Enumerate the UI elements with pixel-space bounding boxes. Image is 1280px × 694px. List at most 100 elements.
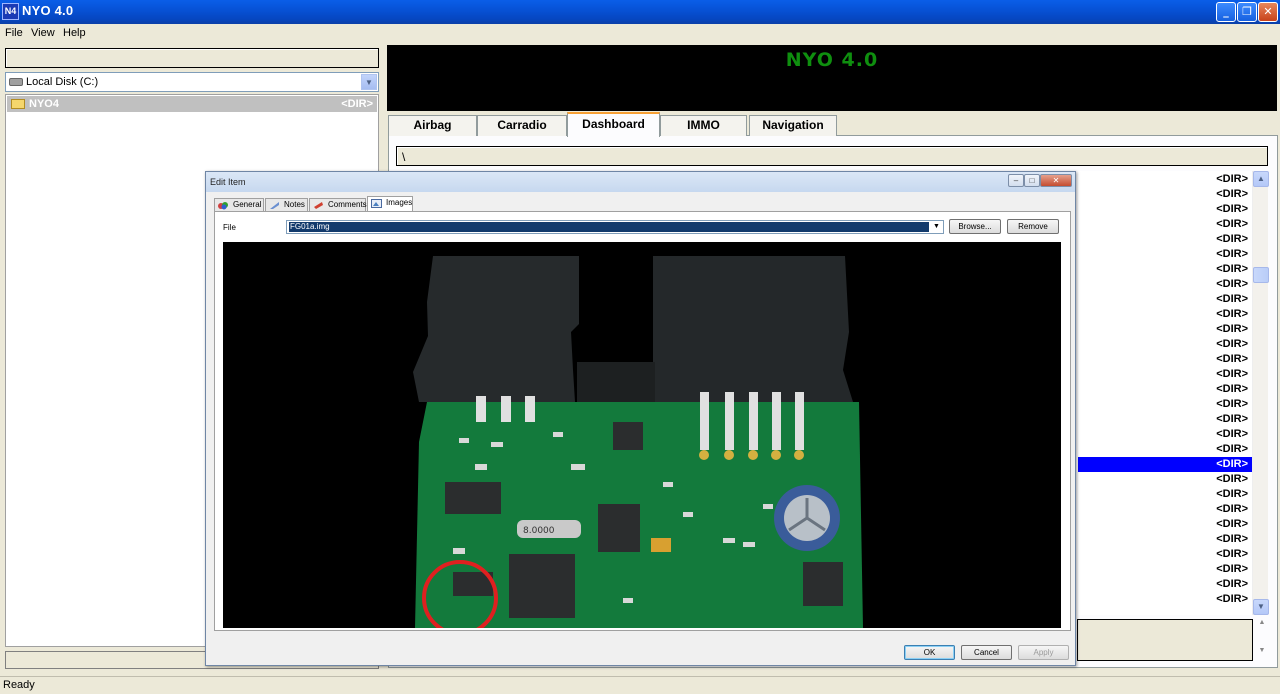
list-item[interactable]: <DIR> <box>1078 352 1252 367</box>
list-item[interactable]: <DIR> <box>1078 247 1252 262</box>
tab-general-label: General <box>233 200 262 209</box>
notes-icon <box>270 202 279 209</box>
tab-comments-label: Comments <box>328 200 367 209</box>
list-item[interactable]: <DIR> <box>1078 577 1252 592</box>
path-box: \ <box>396 146 1268 166</box>
comments-icon <box>314 202 323 209</box>
list-item[interactable]: <DIR> <box>1078 202 1252 217</box>
list-item[interactable]: <DIR> <box>1078 382 1252 397</box>
pcb-image: 8.0000 <box>223 242 1061 628</box>
scroll-up-icon[interactable]: ▲ <box>1256 619 1268 633</box>
list-item[interactable]: <DIR> <box>1078 397 1252 412</box>
cancel-button[interactable]: Cancel <box>961 645 1012 660</box>
drive-label: Local Disk (C:) <box>26 76 99 88</box>
tab-strip: Airbag Carradio Dashboard IMMO Navigatio… <box>388 112 1278 137</box>
banner-title: NYO 4.0 <box>785 49 879 71</box>
dialog-minimize-button[interactable]: – <box>1008 174 1024 187</box>
drive-select[interactable]: Local Disk (C:) ▼ <box>5 72 379 92</box>
minimize-button[interactable]: _ <box>1216 2 1236 22</box>
dialog-maximize-button[interactable]: □ <box>1024 174 1040 187</box>
list-item[interactable]: <DIR> <box>1078 367 1252 382</box>
tab-notes[interactable]: Notes <box>265 198 308 212</box>
drive-icon <box>9 78 23 86</box>
ok-button[interactable]: OK <box>904 645 955 660</box>
close-button[interactable]: ✕ <box>1258 2 1278 22</box>
info-box <box>1077 619 1253 661</box>
window-title: NYO 4.0 <box>22 3 74 18</box>
list-item[interactable]: <DIR> <box>1078 517 1252 532</box>
app-window: { "window": { "title": "NYO 4.0", "icon_… <box>0 0 1280 694</box>
list-item[interactable]: <DIR> <box>1078 337 1252 352</box>
tab-immo[interactable]: IMMO <box>660 115 747 136</box>
list-item[interactable]: <DIR> <box>1078 232 1252 247</box>
connector-right <box>653 256 853 402</box>
title-bar: N4 NYO 4.0 _ ❐ ✕ <box>0 0 1280 24</box>
dialog-title: Edit Item <box>210 177 246 187</box>
list-item[interactable]: <DIR> <box>1078 532 1252 547</box>
list-item[interactable]: <DIR> <box>1078 457 1252 472</box>
list-item[interactable]: <DIR> <box>1078 502 1252 517</box>
dialog-close-button[interactable]: ✕ <box>1040 174 1072 187</box>
tab-images[interactable]: Images <box>367 196 413 212</box>
scroll-thumb[interactable] <box>1253 267 1269 283</box>
crystal-label: 8.0000 <box>523 526 555 536</box>
dialog-title-bar: Edit Item – □ ✕ <box>206 172 1075 192</box>
file-type: <DIR> <box>341 98 373 110</box>
general-icon <box>218 202 228 210</box>
info-box-scrollbar[interactable]: ▲ ▼ <box>1256 619 1270 661</box>
left-path-box <box>5 48 379 68</box>
folder-icon <box>11 99 25 109</box>
list-item[interactable]: <DIR> <box>1078 172 1252 187</box>
banner: NYO 4.0 <box>387 45 1277 111</box>
list-item[interactable]: <DIR> <box>1078 277 1252 292</box>
list-item[interactable]: <DIR> <box>1078 217 1252 232</box>
app-icon: N4 <box>2 3 19 20</box>
dir-list[interactable]: <DIR> <DIR> <DIR> <DIR> <DIR> <DIR> <DIR> <DIR>… <box>1078 171 1252 615</box>
list-item[interactable]: <DIR> <box>1078 547 1252 562</box>
capacitor-smd <box>651 538 671 552</box>
list-item[interactable]: <DIR> <box>1078 412 1252 427</box>
list-item[interactable]: <DIR> <box>1078 322 1252 337</box>
status-bar: Ready <box>0 676 1280 694</box>
menu-help[interactable]: Help <box>63 27 86 39</box>
menu-view[interactable]: View <box>31 27 55 39</box>
menu-bar: File View Help <box>0 24 1280 43</box>
list-item[interactable]: <DIR> <box>1078 442 1252 457</box>
chevron-down-icon[interactable]: ▼ <box>361 74 377 90</box>
list-item[interactable]: <DIR> <box>1078 427 1252 442</box>
file-select[interactable]: FG01a.img ▼ <box>286 220 944 234</box>
chevron-down-icon[interactable]: ▼ <box>931 222 942 232</box>
list-item[interactable]: <DIR> <box>1078 292 1252 307</box>
dir-list-scrollbar[interactable]: ▲ ▼ <box>1252 171 1269 615</box>
list-item[interactable]: <DIR> <box>1078 592 1252 607</box>
scroll-down-icon[interactable]: ▼ <box>1253 599 1269 615</box>
maximize-button[interactable]: ❐ <box>1237 2 1257 22</box>
tab-comments[interactable]: Comments <box>309 198 367 212</box>
connector-bridge <box>577 362 655 402</box>
tab-airbag[interactable]: Airbag <box>388 115 477 136</box>
tab-dashboard[interactable]: Dashboard <box>567 112 660 137</box>
list-item[interactable]: NYO4 <DIR> <box>7 96 377 112</box>
status-text: Ready <box>3 679 35 691</box>
tab-notes-label: Notes <box>284 200 305 209</box>
file-name: NYO4 <box>29 98 59 110</box>
list-item[interactable]: <DIR> <box>1078 487 1252 502</box>
pcb-photo: 8.0000 <box>413 256 863 628</box>
connector-left <box>413 256 579 402</box>
list-item[interactable]: <DIR> <box>1078 187 1252 202</box>
menu-file[interactable]: File <box>5 27 23 39</box>
images-icon <box>371 199 382 208</box>
list-item[interactable]: <DIR> <box>1078 262 1252 277</box>
list-item[interactable]: <DIR> <box>1078 562 1252 577</box>
scroll-up-icon[interactable]: ▲ <box>1253 171 1269 187</box>
browse-button[interactable]: Browse... <box>949 219 1001 234</box>
tab-navigation[interactable]: Navigation <box>749 115 837 136</box>
tab-general[interactable]: General <box>214 198 264 212</box>
list-item[interactable]: <DIR> <box>1078 307 1252 322</box>
scroll-down-icon[interactable]: ▼ <box>1256 647 1268 661</box>
tab-carradio[interactable]: Carradio <box>477 115 567 136</box>
file-label: File <box>223 223 236 232</box>
list-item[interactable]: <DIR> <box>1078 472 1252 487</box>
apply-button[interactable]: Apply <box>1018 645 1069 660</box>
remove-button[interactable]: Remove <box>1007 219 1059 234</box>
